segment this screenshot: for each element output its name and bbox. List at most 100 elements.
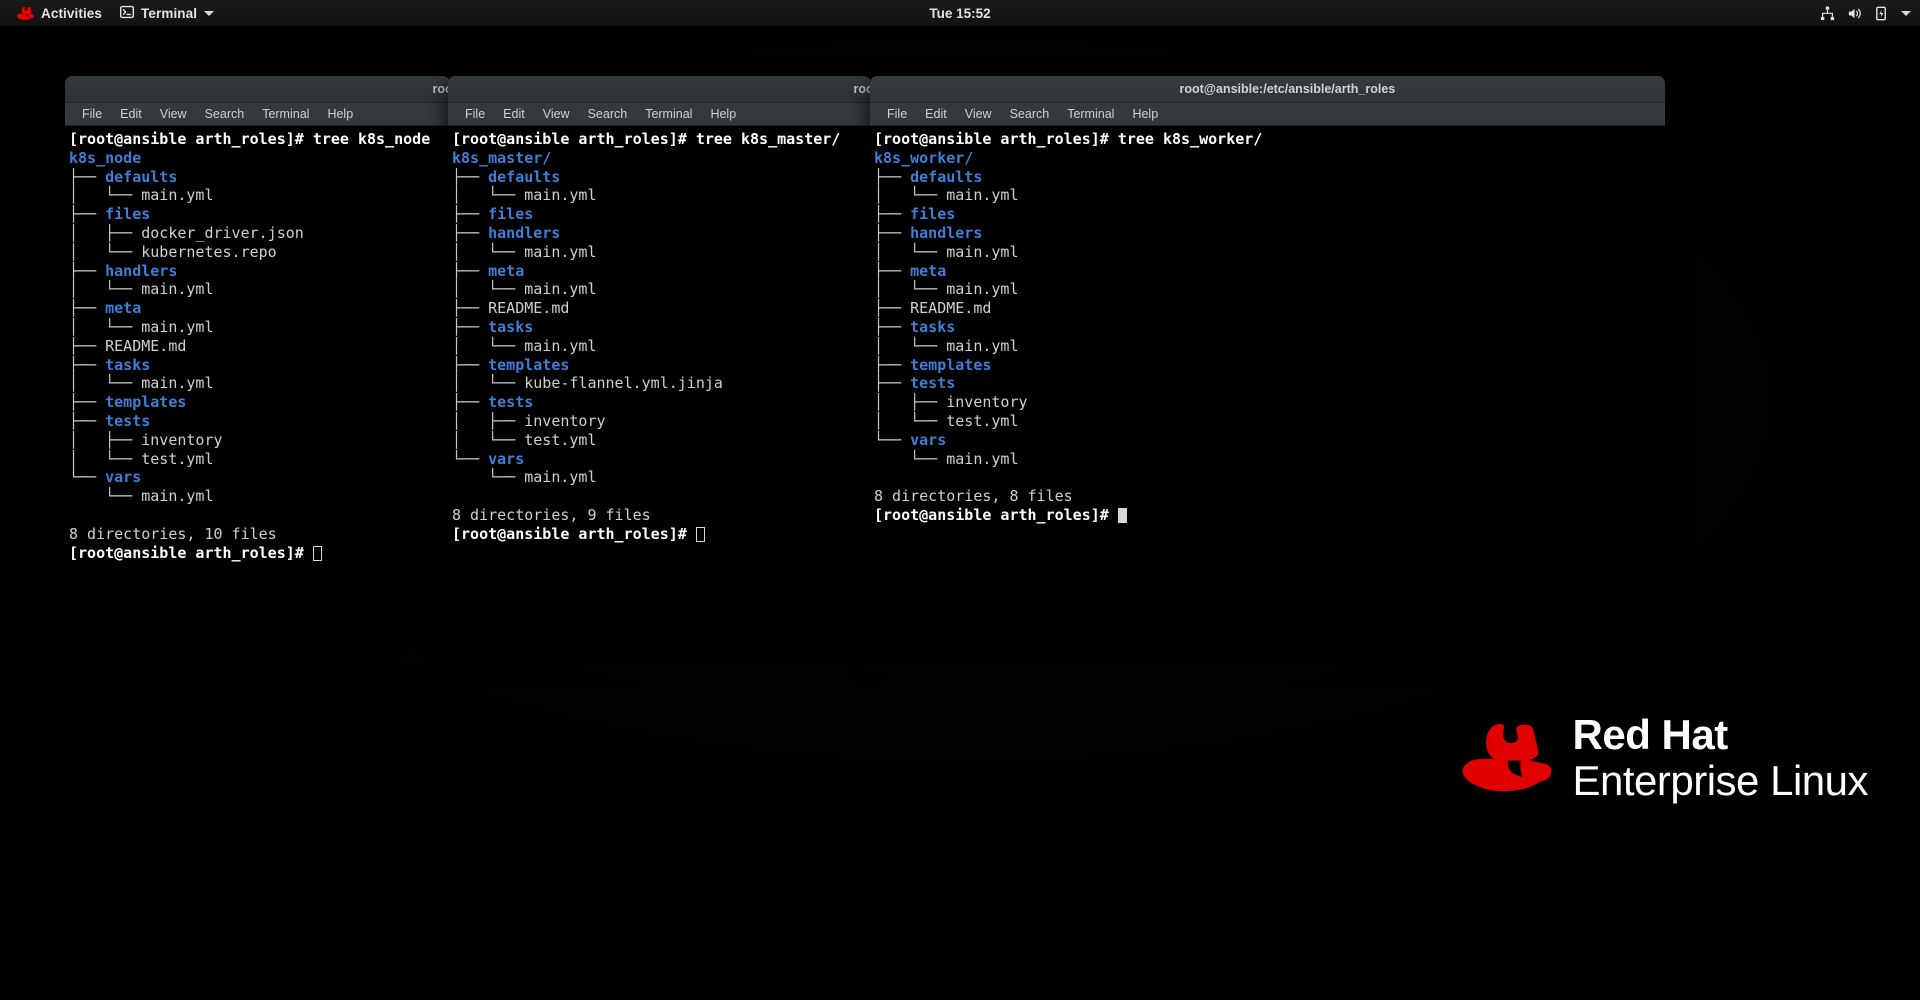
tree-entry-name: kubernetes.repo [141, 242, 277, 261]
tree-line: │ ├── inventory [452, 412, 871, 431]
window-2-menubar[interactable]: File Edit View Search Terminal Help [448, 103, 871, 126]
window-3-titlebar[interactable]: root@ansible:/etc/ansible/arth_roles [870, 76, 1665, 103]
tree-line: ├── defaults [874, 168, 1665, 187]
window-3-menubar[interactable]: File Edit View Search Terminal Help [870, 103, 1665, 126]
tree-branch: ├── [874, 205, 911, 224]
terminal-window-2[interactable]: root@ansible:/etc/an File Edit View Sear… [448, 76, 871, 656]
tree-entry-name: README.md [488, 299, 570, 318]
tree-line: │ └── main.yml [69, 318, 450, 337]
tree-line: ├── tasks [452, 318, 871, 337]
terminal-window-3[interactable]: root@ansible:/etc/ansible/arth_roles Fil… [870, 76, 1665, 656]
tree-branch: │ └── [452, 242, 525, 261]
menu-view[interactable]: View [534, 105, 579, 123]
menu-file[interactable]: File [456, 105, 494, 123]
tree-entry-name: test.yml [141, 449, 214, 468]
tree-entry-name: inventory [524, 411, 606, 430]
terminal-tree-root: k8s_master/ [452, 149, 871, 168]
tree-line: ├── meta [874, 262, 1665, 281]
prompt-text: [root@ansible arth_roles]# [874, 505, 1118, 524]
menu-help[interactable]: Help [318, 105, 362, 123]
menu-search[interactable]: Search [196, 105, 254, 123]
window-3-title: root@ansible:/etc/ansible/arth_roles [1179, 82, 1396, 96]
command-text: [root@ansible arth_roles]# tree k8s_mast… [452, 130, 841, 148]
tree-entry-name: main.yml [141, 487, 214, 506]
tree-line: ├── templates [69, 393, 450, 412]
tree-line: │ └── main.yml [874, 337, 1665, 356]
tree-branch: │ └── [69, 449, 142, 468]
tree-branch: ├── [452, 393, 489, 412]
tree-line: │ └── main.yml [874, 243, 1665, 262]
menu-view[interactable]: View [151, 105, 196, 123]
activities-button[interactable]: Activities [8, 3, 111, 24]
command-text: [root@ansible arth_roles]# tree k8s_node [69, 130, 431, 148]
tree-line: │ └── main.yml [69, 186, 450, 205]
tree-branch: ├── [452, 223, 489, 242]
tree-line: ├── files [69, 205, 450, 224]
terminal-command-line: [root@ansible arth_roles]# tree k8s_work… [874, 130, 1665, 149]
tree-entry-name: main.yml [946, 449, 1019, 468]
tree-entry-name: main.yml [524, 468, 597, 487]
tree-entry-name: main.yml [524, 336, 597, 355]
tree-line: ├── README.md [69, 337, 450, 356]
summary-text: 8 directories, 9 files [452, 505, 651, 524]
window-1-menubar[interactable]: File Edit View Search Terminal Help [65, 103, 450, 126]
tree-line: ├── tests [69, 412, 450, 431]
window-3-screen[interactable]: [root@ansible arth_roles]# tree k8s_work… [870, 126, 1665, 656]
menu-terminal[interactable]: Terminal [253, 105, 318, 123]
tree-entry-name: test.yml [946, 411, 1019, 430]
tree-entry-name: tests [910, 374, 956, 393]
menu-view[interactable]: View [956, 105, 1001, 123]
terminal-prompt-line: [root@ansible arth_roles]# [69, 544, 450, 563]
tree-entry-name: main.yml [141, 317, 214, 336]
menu-search[interactable]: Search [579, 105, 637, 123]
chevron-down-icon [204, 10, 215, 16]
tree-line: ├── handlers [69, 262, 450, 281]
menu-terminal[interactable]: Terminal [1058, 105, 1123, 123]
tree-line: ├── templates [874, 356, 1665, 375]
menu-search[interactable]: Search [1001, 105, 1059, 123]
tree-line: ├── files [452, 205, 871, 224]
tree-branch: ├── [69, 205, 106, 224]
window-1-screen[interactable]: [root@ansible arth_roles]# tree k8s_node… [65, 126, 450, 618]
menu-terminal[interactable]: Terminal [636, 105, 701, 123]
menu-file[interactable]: File [73, 105, 111, 123]
menu-help[interactable]: Help [1123, 105, 1167, 123]
rhel-branding: Red Hat Enterprise Linux [1461, 714, 1869, 804]
terminal-window-1[interactable]: root@ansible: File Edit View Search Term… [65, 76, 450, 618]
brand-line-2: Enterprise Linux [1572, 757, 1869, 804]
tree-branch: ├── [69, 261, 106, 280]
tree-branch: │ └── [452, 186, 525, 205]
tree-line: ├── README.md [452, 299, 871, 318]
tree-line: │ └── main.yml [874, 186, 1665, 205]
tree-line: ├── defaults [452, 168, 871, 187]
tree-entry-name: main.yml [141, 186, 214, 205]
tree-line: └── main.yml [874, 450, 1665, 469]
tree-line: │ └── main.yml [452, 337, 871, 356]
tree-entry-name: vars [105, 468, 142, 487]
menu-file[interactable]: File [878, 105, 916, 123]
window-2-titlebar[interactable]: root@ansible:/etc/an [448, 76, 871, 103]
tree-branch: │ └── [874, 336, 947, 355]
redhat-logo-icon [17, 6, 34, 20]
window-1-titlebar[interactable]: root@ansible: [65, 76, 450, 103]
terminal-cursor [312, 545, 322, 561]
tree-line: │ └── test.yml [874, 412, 1665, 431]
tree-entry-name: defaults [488, 167, 561, 186]
app-menu-terminal[interactable]: Terminal [111, 2, 223, 25]
menu-edit[interactable]: Edit [111, 105, 151, 123]
menu-edit[interactable]: Edit [494, 105, 534, 123]
tree-branch: │ └── [452, 280, 525, 299]
tree-line: │ ├── docker_driver.json [69, 224, 450, 243]
menu-help[interactable]: Help [701, 105, 745, 123]
terminal-prompt-line: [root@ansible arth_roles]# [874, 506, 1665, 525]
menu-edit[interactable]: Edit [916, 105, 956, 123]
system-status-area[interactable] [1820, 0, 1911, 27]
battery-charging-icon [1874, 6, 1889, 21]
tree-branch: ├── [452, 299, 489, 318]
tree-line: ├── README.md [874, 299, 1665, 318]
tree-branch: └── [874, 430, 911, 449]
clock[interactable]: Tue 15:52 [0, 6, 1920, 21]
tree-branch: │ └── [69, 280, 142, 299]
window-2-screen[interactable]: [root@ansible arth_roles]# tree k8s_mast… [448, 126, 871, 656]
system-chevron-down-icon[interactable] [1901, 11, 1911, 16]
